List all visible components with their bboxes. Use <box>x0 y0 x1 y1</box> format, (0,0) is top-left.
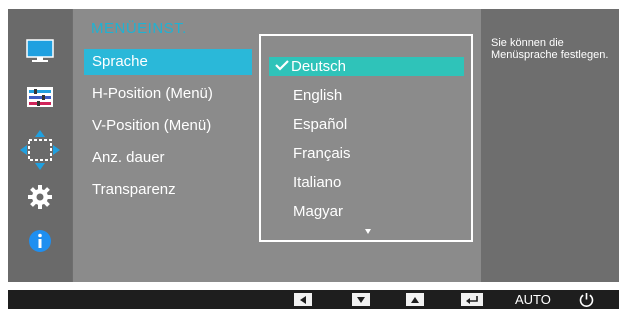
check-icon <box>275 57 291 76</box>
language-option[interactable]: Italiano <box>269 173 464 192</box>
enter-button-icon[interactable] <box>461 293 483 306</box>
language-option[interactable]: Français <box>269 144 464 163</box>
button-guide-bar: AUTO <box>8 290 619 309</box>
menu-item-sprache[interactable]: Sprache <box>84 49 252 75</box>
size-position-icon[interactable] <box>16 126 64 174</box>
menu-item-transparenz[interactable]: Transparenz <box>84 177 252 203</box>
help-text: Sie können die Menüsprache festlegen. <box>491 37 609 61</box>
category-sidebar <box>8 9 72 282</box>
picture-icon[interactable] <box>22 33 58 69</box>
menu-panel: MENÜEINST. Sprache H-Position (Menü) V-P… <box>73 9 481 282</box>
left-button-icon[interactable] <box>294 293 312 306</box>
language-option[interactable]: English <box>269 86 464 105</box>
osd-window: MENÜEINST. Sprache H-Position (Menü) V-P… <box>8 9 619 282</box>
auto-button[interactable]: AUTO <box>515 290 551 309</box>
language-dropdown: Deutsch English Español Français Italian… <box>259 34 473 242</box>
language-option-selected[interactable]: Deutsch <box>269 57 464 76</box>
power-icon[interactable] <box>578 291 595 308</box>
up-button-icon[interactable] <box>406 293 424 306</box>
menu-title: MENÜEINST. <box>91 20 187 37</box>
menu-item-h-position[interactable]: H-Position (Menü) <box>84 81 252 107</box>
information-icon[interactable] <box>22 223 58 259</box>
language-option[interactable]: Español <box>269 115 464 134</box>
setup-icon[interactable] <box>22 179 58 215</box>
down-button-icon[interactable] <box>352 293 370 306</box>
menu-item-anz-dauer[interactable]: Anz. dauer <box>84 145 252 171</box>
color-icon[interactable] <box>22 80 58 116</box>
help-panel: Sie können die Menüsprache festlegen. <box>484 9 619 282</box>
scroll-down-icon[interactable] <box>365 229 371 234</box>
language-option-label: Deutsch <box>291 58 347 75</box>
menu-item-v-position[interactable]: V-Position (Menü) <box>84 113 252 139</box>
language-option[interactable]: Magyar <box>269 202 464 221</box>
